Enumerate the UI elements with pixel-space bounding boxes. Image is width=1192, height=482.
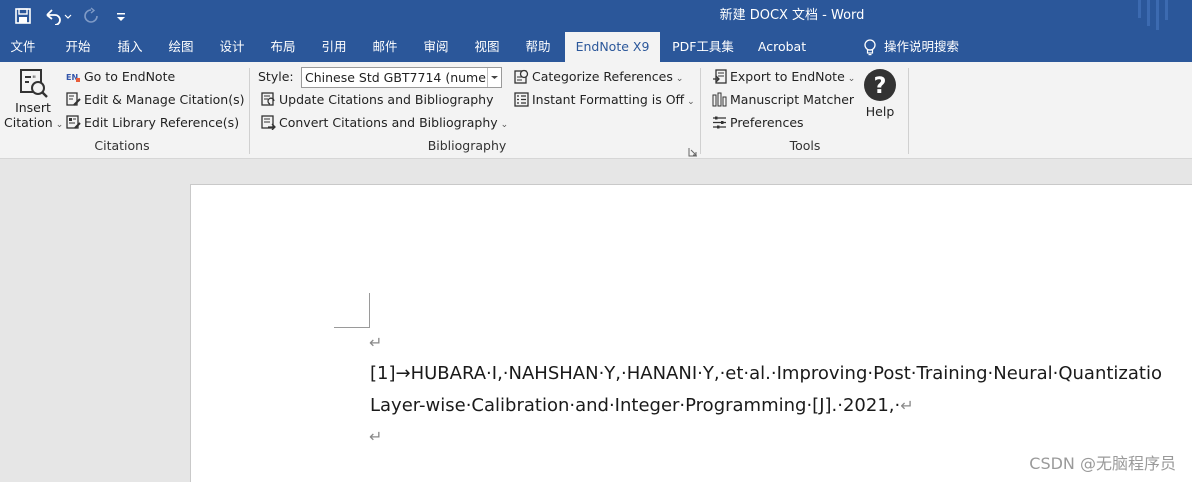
tab-references[interactable]: 引用 (317, 32, 351, 62)
title-decoration (1156, 0, 1159, 30)
group-divider (908, 68, 909, 154)
save-icon[interactable] (14, 5, 32, 27)
insert-citation-label-1: Insert (15, 100, 51, 115)
insert-citation-label-2: Citation ⌄ (4, 115, 64, 130)
tab-help[interactable]: 帮助 (521, 32, 555, 62)
tab-endnote[interactable]: EndNote X9 (565, 32, 660, 62)
title-decoration (1147, 0, 1150, 26)
undo-icon[interactable] (43, 5, 73, 27)
update-citations-button[interactable]: Update Citations and Bibliography (261, 90, 494, 110)
edit-library-reference-button[interactable]: Edit Library Reference(s) (66, 113, 239, 133)
paragraph-mark: ↵ (369, 333, 383, 352)
lightbulb-icon (862, 39, 878, 56)
tab-review[interactable]: 审阅 (419, 32, 453, 62)
ribbon: " Insert Citation ⌄ EN Go to EndNote Edit … (0, 62, 1192, 159)
redo-icon[interactable] (82, 5, 100, 27)
paragraph-mark: ↵ (369, 427, 383, 446)
ribbon-tabs: 文件 开始 插入 绘图 设计 布局 引用 邮件 审阅 视图 帮助 EndNote… (0, 32, 1192, 62)
chevron-down-icon: ⌄ (675, 74, 684, 84)
paragraph-mark: ↵ (900, 396, 914, 415)
sliders-icon (712, 115, 727, 130)
customize-icon[interactable] (114, 5, 128, 27)
insert-citation-button[interactable]: " Insert Citation ⌄ (4, 66, 64, 138)
document-page[interactable]: ↵ [1]→HUBARA·I,·NAHSHAN·Y,·HANANI·Y,·et·… (190, 184, 1192, 482)
manuscript-matcher-button[interactable]: Manuscript Matcher (712, 90, 854, 110)
tab-file[interactable]: 文件 (6, 32, 40, 62)
title-decoration (1138, 0, 1141, 18)
margin-corner-mark (334, 293, 370, 328)
dialog-launcher-icon[interactable] (688, 142, 698, 157)
help-button[interactable]: ? Help (858, 66, 902, 130)
export-icon (712, 69, 727, 84)
style-label: Style: (258, 69, 294, 84)
instant-formatting-button[interactable]: Instant Formatting is Off ⌄ (514, 90, 695, 110)
endnote-icon: EN (66, 69, 81, 84)
title-bar: 新建 DOCX 文档 - Word (0, 0, 1192, 32)
edit-citation-icon (66, 92, 81, 107)
style-select-value: Chinese Std GBT7714 (numer... (305, 70, 502, 85)
tab-pdf-tools[interactable]: PDF工具集 (670, 32, 736, 62)
chevron-down-icon: ⌄ (55, 120, 64, 130)
categorize-references-button[interactable]: Categorize References ⌄ (514, 67, 683, 87)
tab-home[interactable]: 开始 (61, 32, 95, 62)
tab-view[interactable]: 视图 (470, 32, 504, 62)
update-icon (261, 92, 276, 107)
watermark: CSDN @无脑程序员 (1029, 454, 1176, 473)
export-to-endnote-button[interactable]: Export to EndNote ⌄ (712, 67, 855, 87)
tab-acrobat[interactable]: Acrobat (754, 32, 810, 62)
go-to-endnote-button[interactable]: EN Go to EndNote (66, 67, 175, 87)
convert-citations-button[interactable]: Convert Citations and Bibliography ⌄ (261, 113, 508, 133)
chevron-down-icon: ⌄ (500, 120, 509, 130)
chevron-down-icon: ⌄ (847, 74, 856, 84)
insert-citation-icon: " (17, 68, 49, 100)
preferences-button[interactable]: Preferences (712, 113, 804, 133)
reference-line-2[interactable]: Layer-wise·Calibration·and·Integer·Progr… (370, 395, 914, 416)
tab-layout[interactable]: 布局 (266, 32, 300, 62)
tab-draw[interactable]: 绘图 (164, 32, 198, 62)
convert-icon (261, 115, 276, 131)
instant-formatting-icon (514, 92, 529, 107)
window-title: 新建 DOCX 文档 - Word (719, 8, 865, 23)
tools-group-label: Tools (789, 138, 821, 153)
tell-me-search[interactable]: 操作说明搜索 (884, 32, 970, 62)
bibliography-group-label: Bibliography (427, 138, 507, 153)
tab-mailings[interactable]: 邮件 (368, 32, 402, 62)
style-select[interactable]: Chinese Std GBT7714 (numer... (301, 67, 502, 88)
help-label: Help (865, 104, 895, 119)
edit-manage-citations-button[interactable]: Edit & Manage Citation(s) (66, 90, 245, 110)
svg-text:?: ? (874, 74, 887, 99)
title-decoration (1165, 0, 1168, 20)
citations-group-label: Citations (94, 138, 150, 153)
chevron-down-icon[interactable] (487, 68, 501, 87)
group-divider (249, 68, 250, 154)
edit-library-icon (66, 115, 81, 130)
chevron-down-icon: ⌄ (687, 97, 695, 107)
categorize-icon (514, 69, 529, 84)
reference-line-1[interactable]: [1]→HUBARA·I,·NAHSHAN·Y,·HANANI·Y,·et·al… (370, 363, 1162, 384)
tab-insert[interactable]: 插入 (113, 32, 147, 62)
manuscript-matcher-icon (712, 92, 727, 107)
group-divider (700, 68, 701, 154)
tab-design[interactable]: 设计 (215, 32, 249, 62)
help-icon: ? (863, 68, 897, 102)
